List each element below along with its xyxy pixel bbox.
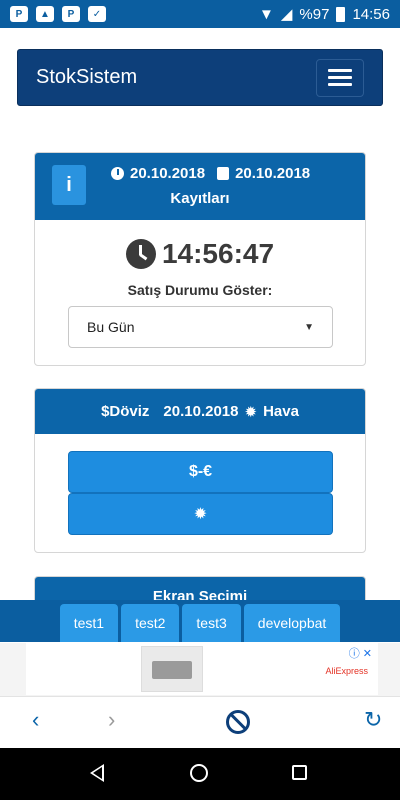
currency-weather-card: $Döviz 20.10.2018 ✹ Hava $-€ ✹ bbox=[34, 388, 366, 553]
currency-weather-header: $Döviz 20.10.2018 ✹ Hava bbox=[35, 389, 365, 434]
status-bar: P ▲ P ✓ ▼ ◢ %97 14:56 bbox=[0, 0, 400, 28]
caret-down-icon: ▼ bbox=[304, 321, 314, 333]
hamburger-menu-button[interactable] bbox=[316, 58, 364, 97]
battery-percent: %97 bbox=[299, 5, 330, 23]
date-range: 20.10.2018 20.10.2018 bbox=[111, 165, 310, 182]
check-notification-icon: ✓ bbox=[88, 6, 106, 22]
notification-icons: P ▲ P ✓ bbox=[10, 6, 106, 22]
period-select[interactable]: Bu Gün ▼ bbox=[68, 306, 333, 348]
hamburger-bar bbox=[328, 69, 352, 72]
tab-test2[interactable]: test2 bbox=[121, 604, 180, 642]
ad-product-image[interactable] bbox=[141, 646, 203, 692]
ad-brand: AliExpress bbox=[325, 666, 368, 676]
notification-app-icon: P bbox=[62, 6, 80, 22]
notification-app-icon: P bbox=[10, 6, 28, 22]
wifi-icon: ▼ bbox=[259, 5, 274, 23]
records-card: i 20.10.2018 20.10.2018 Kayıtları 14:56:… bbox=[34, 152, 366, 366]
tab-developbat[interactable]: developbat bbox=[243, 604, 341, 642]
nav-recents-icon[interactable] bbox=[292, 765, 307, 780]
ad-info-close-icon[interactable]: ⓘ ✕ bbox=[349, 645, 372, 661]
live-clock: 14:56:47 bbox=[35, 238, 365, 270]
back-arrow-icon[interactable]: ‹ bbox=[32, 707, 39, 733]
calendar-icon bbox=[217, 167, 230, 180]
tab-test3[interactable]: test3 bbox=[182, 604, 241, 642]
tab-test1[interactable]: test1 bbox=[59, 604, 119, 642]
records-card-header: i 20.10.2018 20.10.2018 Kayıtları bbox=[35, 153, 365, 220]
ad-content[interactable]: ⓘ ✕ AliExpress bbox=[26, 643, 378, 695]
brand-title[interactable]: StokSistem bbox=[36, 66, 137, 89]
hamburger-bar bbox=[328, 83, 352, 86]
system-status: ▼ ◢ %97 14:56 bbox=[259, 5, 390, 24]
browser-toolbar: ‹ › ↻ bbox=[0, 696, 400, 748]
currency-label: $Döviz bbox=[101, 403, 150, 420]
image-notification-icon: ▲ bbox=[36, 6, 54, 22]
date-from: 20.10.2018 bbox=[130, 165, 206, 182]
clock-time: 14:56 bbox=[352, 5, 390, 23]
weather-label: Hava bbox=[263, 403, 299, 420]
hamburger-bar bbox=[328, 76, 352, 79]
date-to: 20.10.2018 bbox=[235, 165, 311, 182]
weather-button[interactable]: ✹ bbox=[68, 493, 333, 535]
forward-arrow-icon[interactable]: › bbox=[108, 707, 115, 733]
nav-home-icon[interactable] bbox=[190, 764, 208, 782]
stop-icon[interactable] bbox=[226, 710, 250, 734]
sun-icon: ✹ bbox=[244, 403, 258, 421]
clock-icon bbox=[111, 167, 124, 180]
period-select-value: Bu Gün bbox=[87, 319, 135, 335]
current-time: 14:56:47 bbox=[161, 238, 275, 269]
sales-status-label: Satış Durumu Göster: bbox=[127, 282, 273, 298]
android-nav-bar bbox=[0, 748, 400, 800]
currency-button[interactable]: $-€ bbox=[68, 451, 333, 493]
battery-icon bbox=[336, 6, 346, 22]
currency-date: 20.10.2018 bbox=[163, 403, 239, 420]
nav-back-icon[interactable] bbox=[90, 764, 104, 782]
reload-icon[interactable]: ↻ bbox=[364, 707, 382, 733]
ad-banner[interactable]: ⓘ ✕ AliExpress bbox=[0, 643, 400, 696]
app-navbar: StokSistem bbox=[17, 49, 383, 106]
records-title: Kayıtları bbox=[170, 190, 230, 207]
bottom-tab-bar: test1 test2 test3 developbat bbox=[0, 600, 400, 642]
sun-icon: ✹ bbox=[193, 506, 208, 523]
clock-icon bbox=[125, 239, 156, 269]
signal-icon: ◢ bbox=[280, 6, 293, 23]
